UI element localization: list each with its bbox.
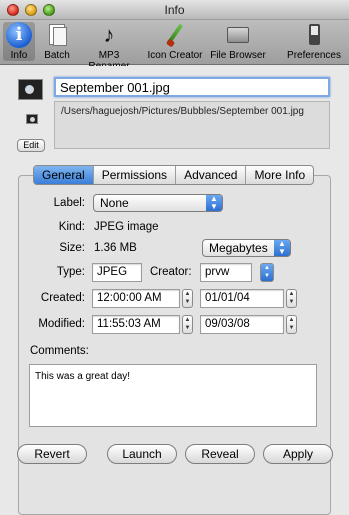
modified-date-stepper[interactable]: ▲ ▼ [286, 315, 297, 334]
edit-button[interactable]: Edit [17, 139, 45, 152]
title-bar: Info [0, 0, 349, 20]
popup-arrows-icon: ▲ ▼ [274, 240, 290, 256]
creator-label: Creator: [150, 266, 192, 278]
toolbar-file-browser[interactable]: File Browser [208, 22, 268, 61]
size-value: 1.36 MB [94, 242, 137, 254]
apply-button[interactable]: Apply [263, 444, 333, 464]
file-path-text: /Users/haguejosh/Pictures/Bubbles/Septem… [54, 101, 330, 149]
reveal-button[interactable]: Reveal [185, 444, 255, 464]
size-unit-value: Megabytes [209, 241, 268, 255]
type-label: Type: [56, 266, 85, 278]
batch-icon [44, 22, 70, 48]
type-field[interactable]: JPEG [92, 263, 142, 282]
toolbar-info[interactable]: i Info [3, 22, 35, 61]
comments-label: Comments: [30, 345, 89, 357]
file-thumbnail-small [26, 114, 38, 124]
creator-popup-button[interactable]: ▲ ▼ [260, 263, 274, 282]
created-date-field[interactable]: 01/01/04 [200, 289, 284, 308]
label-popup[interactable]: None ▲ ▼ [93, 194, 223, 212]
modified-time-stepper[interactable]: ▲ ▼ [182, 315, 193, 334]
kind-value: JPEG image [94, 221, 159, 233]
tab-advanced[interactable]: Advanced [176, 166, 247, 184]
label-label: Label: [53, 197, 85, 209]
switch-icon [301, 22, 327, 48]
tab-general[interactable]: General [34, 166, 94, 184]
created-time-field[interactable]: 12:00:00 AM [92, 289, 180, 308]
toolbar-label: Preferences [287, 50, 341, 61]
minimize-window-icon[interactable] [25, 4, 37, 16]
comments-textarea[interactable]: This was a great day! [29, 364, 317, 427]
music-note-icon: ♪ [103, 22, 115, 47]
launch-button[interactable]: Launch [107, 444, 177, 464]
creator-field[interactable]: prvw [200, 263, 252, 282]
tab-more-info[interactable]: More Info [246, 166, 313, 184]
kind-label: Kind: [58, 221, 85, 233]
modified-label: Modified: [38, 318, 85, 330]
size-unit-popup[interactable]: Megabytes ▲ ▼ [202, 239, 291, 257]
created-time-stepper[interactable]: ▲ ▼ [182, 289, 193, 308]
info-icon: i [6, 22, 32, 48]
toolbar-label: Batch [44, 50, 70, 61]
toolbar-icon-creator[interactable]: Icon Creator [146, 22, 204, 61]
modified-date-field[interactable]: 09/03/08 [200, 315, 284, 334]
paintbrush-icon [162, 22, 188, 48]
popup-arrows-icon: ▲ ▼ [206, 195, 222, 211]
modified-time-field[interactable]: 11:55:03 AM [92, 315, 180, 334]
toolbar-mp3-renamer[interactable]: ♪ MP3 Renamer [78, 22, 140, 72]
close-window-icon[interactable] [7, 4, 19, 16]
toolbar-label: File Browser [210, 50, 266, 61]
zoom-window-icon[interactable] [43, 4, 55, 16]
tab-permissions[interactable]: Permissions [94, 166, 177, 184]
created-label: Created: [40, 292, 85, 304]
window-title: Info [164, 3, 185, 17]
toolbar-label: Icon Creator [147, 50, 203, 61]
tab-bar: General Permissions Advanced More Info [33, 165, 315, 185]
label-popup-value: None [100, 196, 129, 210]
toolbar-label: Info [10, 50, 28, 61]
toolbar: i Info Batch ♪ MP3 Renamer Icon Creator … [0, 20, 349, 72]
toolbar-preferences[interactable]: Preferences [287, 22, 341, 61]
toolbar-batch[interactable]: Batch [40, 22, 74, 61]
created-date-stepper[interactable]: ▲ ▼ [286, 289, 297, 308]
revert-button[interactable]: Revert [17, 444, 87, 464]
file-thumbnail-large [18, 79, 43, 100]
file-browser-icon [225, 22, 251, 48]
file-name-field[interactable]: September 001.jpg [54, 77, 330, 97]
size-label: Size: [59, 242, 85, 254]
